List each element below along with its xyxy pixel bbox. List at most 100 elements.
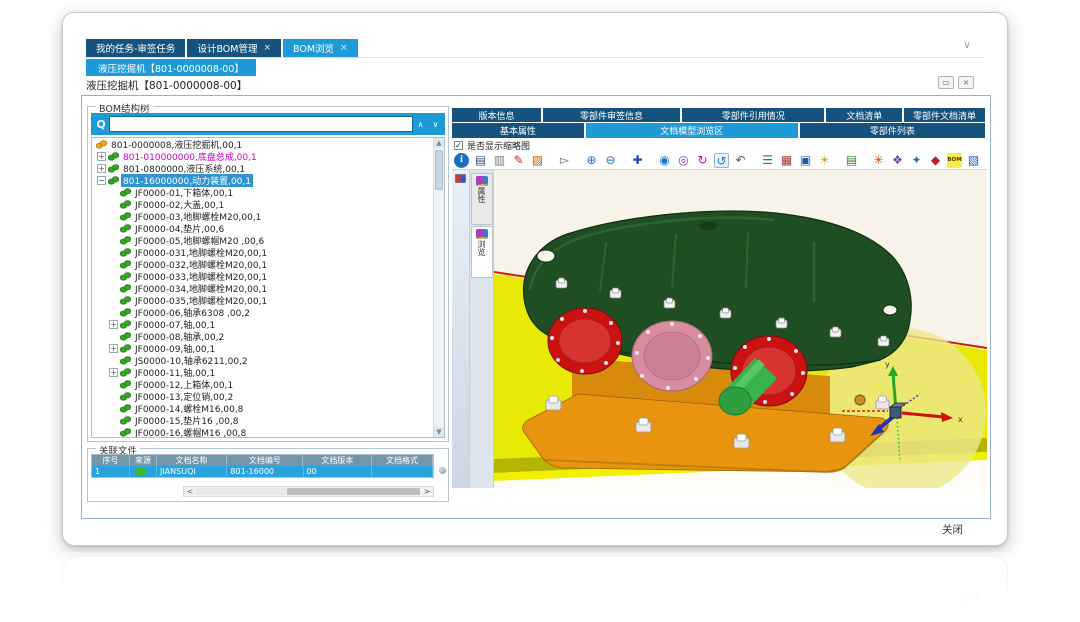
explode-icon[interactable]: ✳	[871, 153, 886, 168]
markup-pen-icon[interactable]: ✎	[511, 153, 526, 168]
tree-item[interactable]: JF0000-12,上箱体,00,1	[92, 378, 433, 390]
image-icon[interactable]: ▤	[844, 153, 859, 168]
show-thumbnail-checkbox[interactable]: ✓	[454, 141, 463, 150]
palette-icon[interactable]: ▨	[530, 153, 545, 168]
expand-icon[interactable]: +	[97, 164, 106, 173]
gearbox-3d-model: x y	[494, 170, 987, 488]
scroll-thumb[interactable]	[435, 150, 443, 190]
part-icon	[120, 296, 131, 305]
zoom-out-icon[interactable]: ⊖	[603, 153, 618, 168]
tree-item[interactable]: +801-010000000,底盘总成,00,1	[92, 150, 433, 162]
tree-item[interactable]: +JF0000-09,轴,00,1	[92, 342, 433, 354]
tree-item[interactable]: JF0000-05,地脚螺帽M20 ,00,6	[92, 234, 433, 246]
tools-icon[interactable]: ❖	[890, 153, 905, 168]
tree-item[interactable]: JS0000-10,轴承6211,00,2	[92, 354, 433, 366]
viewer-side-tab-1[interactable]: 浏览	[471, 226, 493, 278]
minimize-icon[interactable]: ▭	[938, 76, 954, 89]
color-swatch-icon[interactable]	[455, 174, 466, 183]
document-subtab[interactable]: 液压挖掘机【801-0000008-00】	[86, 59, 256, 76]
close-button[interactable]: 关闭	[942, 522, 963, 537]
tree-item[interactable]: +801-0800000,液压系统,00,1	[92, 162, 433, 174]
main-tab-0[interactable]: 我的任务-审签任务	[86, 39, 185, 57]
tree-item[interactable]: JF0000-14,螺栓M16,00,8	[92, 402, 433, 414]
detail-subtab-1[interactable]: 文档模型浏览区	[586, 123, 798, 138]
grid-icon[interactable]: ▦	[779, 153, 794, 168]
tree-item[interactable]: JF0000-06,轴承6308 ,00,2	[92, 306, 433, 318]
tree-item[interactable]: JF0000-08,轴承,00,2	[92, 330, 433, 342]
tree-item[interactable]: JF0000-04,垫片,00,6	[92, 222, 433, 234]
tree-item[interactable]: JF0000-13,定位销,00,2	[92, 390, 433, 402]
tree-vertical-scrollbar[interactable]: ▲ ▼	[433, 138, 444, 437]
rotate-icon[interactable]: ↻	[695, 153, 710, 168]
part-icon	[120, 308, 131, 317]
detail-subtab-2[interactable]: 零部件列表	[800, 123, 985, 138]
tree-item[interactable]: +JF0000-11,轴,00,1	[92, 366, 433, 378]
tab-close-icon[interactable]: ×	[263, 43, 271, 53]
part-icon	[120, 272, 131, 281]
tree-item[interactable]: JF0000-01,下箱体,00,1	[92, 186, 433, 198]
expand-icon[interactable]: +	[109, 320, 118, 329]
viewer-side-tab-0[interactable]: 属性	[471, 173, 493, 225]
zoom-window-icon[interactable]: ◉	[657, 153, 672, 168]
tree-item[interactable]: JF0000-15,垫片16 ,00,8	[92, 414, 433, 426]
tree-item[interactable]: JF0000-02,大盖,00,1	[92, 198, 433, 210]
detail-subtab-0[interactable]: 基本属性	[452, 123, 584, 138]
viewport-3d[interactable]: x y	[494, 170, 987, 488]
select-cursor-icon[interactable]: ▻	[557, 153, 572, 168]
detail-tab-0[interactable]: 版本信息	[452, 108, 541, 122]
scroll-up-icon[interactable]: ▲	[434, 138, 444, 148]
scroll-thumb[interactable]	[287, 488, 420, 495]
tree-item[interactable]: JF0000-034,地脚螺栓M20,00,1	[92, 282, 433, 294]
tree-item[interactable]: JF0000-035,地脚螺栓M20,00,1	[92, 294, 433, 306]
detail-tab-1[interactable]: 零部件审签信息	[543, 108, 680, 122]
measure-icon[interactable]: ✦	[909, 153, 924, 168]
table-cell: 00	[304, 466, 373, 478]
expand-icon[interactable]: +	[109, 368, 118, 377]
tree-item[interactable]: JF0000-03,地脚螺栓M20,00,1	[92, 210, 433, 222]
pan-icon[interactable]: ✚	[630, 153, 645, 168]
expand-icon[interactable]: +	[109, 344, 118, 353]
search-input[interactable]	[109, 116, 413, 132]
scroll-left-icon[interactable]: <	[184, 487, 196, 496]
bom-icon[interactable]: BOM	[947, 153, 962, 168]
detail-tab-4[interactable]: 零部件文档清单	[904, 108, 985, 122]
expand-icon[interactable]: +	[97, 152, 106, 161]
main-tab-2[interactable]: BOM浏览×	[283, 39, 358, 57]
search-next-icon[interactable]: ∨	[433, 120, 439, 129]
scroll-right-icon[interactable]: >	[421, 487, 433, 496]
layers-icon[interactable]: ☰	[760, 153, 775, 168]
tree-item[interactable]: JF0000-033,地脚螺栓M20,00,1	[92, 270, 433, 282]
zoom-in-icon[interactable]: ⊕	[584, 153, 599, 168]
undo-view-icon[interactable]: ↶	[733, 153, 748, 168]
light-icon[interactable]: ☀	[817, 153, 832, 168]
print-icon[interactable]: ▥	[492, 153, 507, 168]
tree-item[interactable]: 801-0000008,液压挖掘机,00,1	[92, 138, 433, 150]
main-tab-1[interactable]: 设计BOM管理×	[187, 39, 281, 57]
chevron-down-icon[interactable]: ∨	[959, 39, 975, 53]
tree-item[interactable]: JF0000-16,螺帽M16 ,00,8	[92, 426, 433, 438]
tree-item[interactable]: JF0000-031,地脚螺栓M20,00,1	[92, 246, 433, 258]
tree-item[interactable]: JF0000-032,地脚螺栓M20,00,1	[92, 258, 433, 270]
scroll-down-icon[interactable]: ▼	[434, 427, 444, 437]
screen-icon[interactable]: ▧	[966, 153, 981, 168]
tree-item[interactable]: +JF0000-07,轴,00,1	[92, 318, 433, 330]
main-panel: BOM结构树 Q ∧ ∨ 801-0000008,液压挖掘机,00,1+801-…	[81, 95, 991, 519]
collapse-icon[interactable]: −	[97, 176, 106, 185]
tab-close-icon[interactable]: ×	[340, 43, 348, 53]
search-prev-icon[interactable]: ∧	[418, 120, 424, 129]
info-icon[interactable]: i	[454, 153, 469, 168]
detail-tab-3[interactable]: 文档清单	[826, 108, 902, 122]
detail-tab-2[interactable]: 零部件引用情况	[682, 108, 824, 122]
bom-tree-rows: 801-0000008,液压挖掘机,00,1+801-010000000,底盘总…	[92, 138, 433, 437]
tree-search-bar: Q ∧ ∨	[91, 113, 445, 135]
orbit-icon[interactable]: ↺	[714, 153, 729, 168]
print-preview-icon[interactable]: ▤	[473, 153, 488, 168]
tree-item[interactable]: −801-16000000,动力装置,00,1	[92, 174, 433, 186]
section-icon[interactable]: ◆	[928, 153, 943, 168]
table-horizontal-scrollbar[interactable]: < >	[183, 486, 434, 497]
scroll-track[interactable]	[196, 488, 286, 495]
view-camera-icon[interactable]: ▣	[798, 153, 813, 168]
table-row[interactable]: 1JIANSUQI801-1600000	[92, 466, 433, 478]
close-icon[interactable]: ×	[958, 76, 974, 89]
zoom-select-icon[interactable]: ◎	[676, 153, 691, 168]
